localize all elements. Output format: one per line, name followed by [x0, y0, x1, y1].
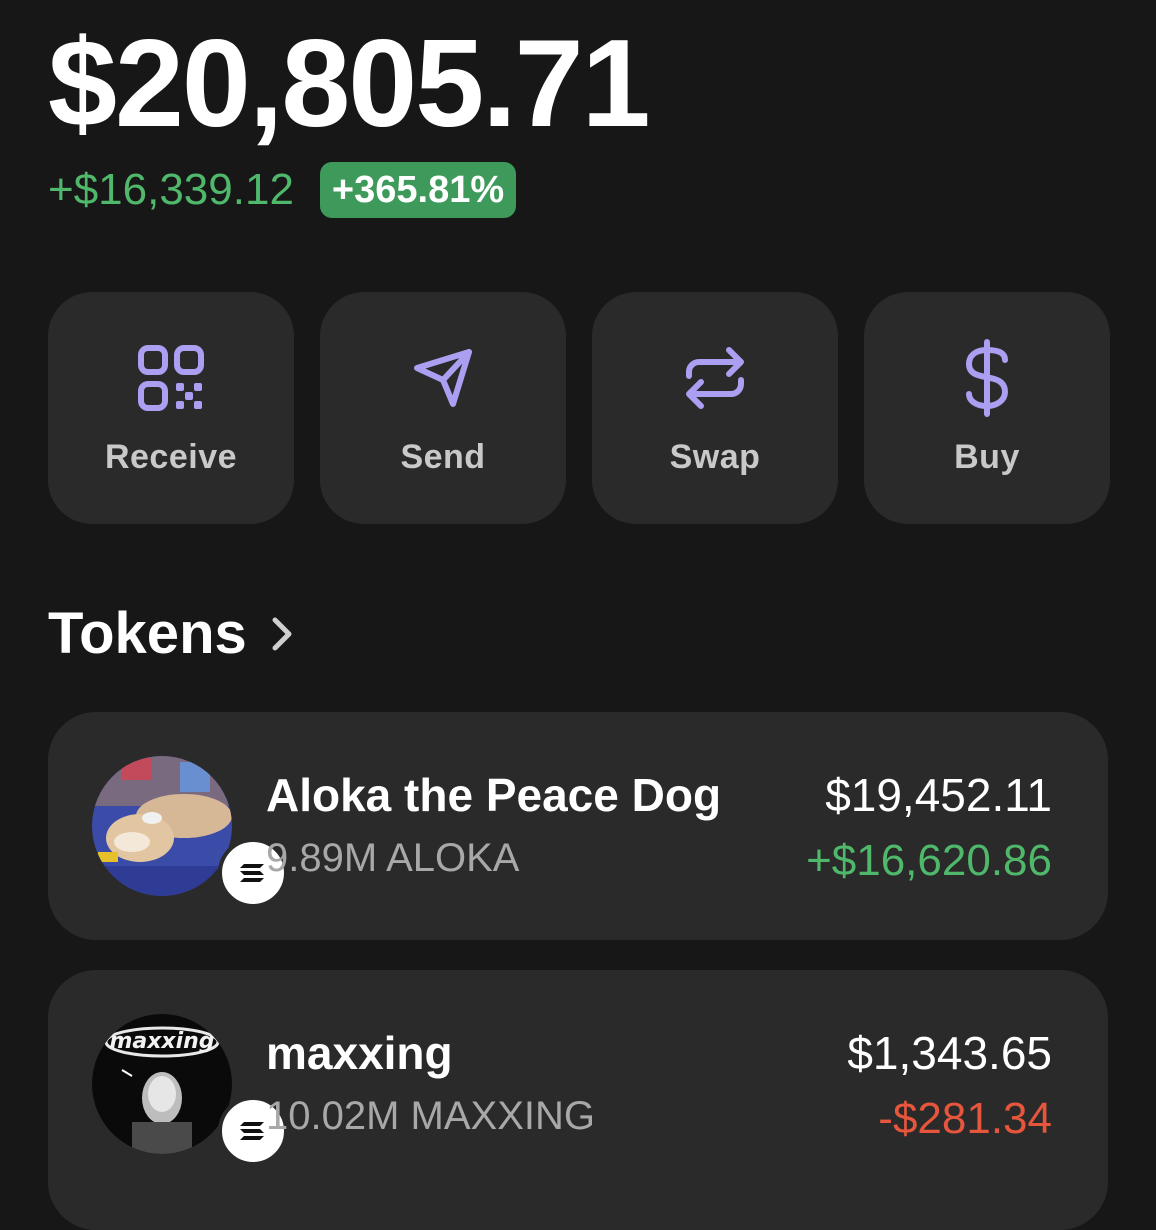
maxxing-avatar-icon: maxxing	[92, 1014, 232, 1154]
quick-actions: Receive Send Swap Buy	[48, 292, 1110, 524]
portfolio-change-row: +$16,339.12 +365.81%	[48, 162, 517, 218]
dog-avatar-icon	[92, 756, 232, 896]
token-avatar	[92, 756, 288, 908]
token-row-maxxing[interactable]: maxxing maxxing 10.02M MAXXING $1,343.65…	[48, 970, 1108, 1230]
swap-button[interactable]: Swap	[592, 292, 838, 524]
dollar-icon	[966, 339, 1008, 417]
token-name: maxxing	[266, 1027, 453, 1079]
token-pnl: +$16,620.86	[806, 836, 1052, 885]
swap-label: Swap	[669, 438, 761, 476]
receive-label: Receive	[104, 438, 238, 476]
token-value: $19,452.11	[825, 769, 1052, 821]
portfolio-balance: $20,805.71	[48, 15, 651, 153]
token-pnl: -$281.34	[878, 1094, 1052, 1143]
portfolio-change-percent-badge: +365.81%	[319, 162, 517, 218]
send-icon	[414, 349, 472, 407]
buy-button[interactable]: Buy	[864, 292, 1110, 524]
qr-code-icon	[138, 345, 204, 411]
token-row-aloka[interactable]: Aloka the Peace Dog 9.89M ALOKA $19,452.…	[48, 712, 1108, 940]
send-label: Send	[400, 438, 486, 476]
tokens-title: Tokens	[48, 601, 247, 666]
buy-label: Buy	[954, 438, 1020, 476]
token-amount: 10.02M MAXXING	[266, 1094, 596, 1138]
token-avatar: maxxing	[92, 1014, 288, 1166]
send-button[interactable]: Send	[320, 292, 566, 524]
swap-icon	[686, 347, 744, 409]
receive-button[interactable]: Receive	[48, 292, 294, 524]
tokens-section-header[interactable]: Tokens	[48, 600, 297, 667]
token-name: Aloka the Peace Dog	[266, 769, 722, 821]
token-value: $1,343.65	[847, 1027, 1052, 1079]
portfolio-change-amount: +$16,339.12	[48, 165, 294, 214]
maxxing-avatar-text: maxxing	[109, 1029, 214, 1054]
chevron-right-icon	[272, 617, 292, 650]
token-amount: 9.89M ALOKA	[266, 836, 520, 880]
